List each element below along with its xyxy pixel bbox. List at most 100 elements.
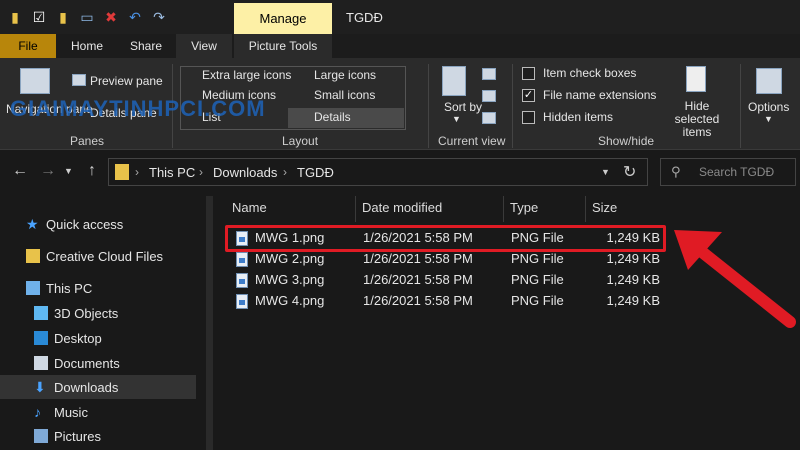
file-name-extensions-checkbox[interactable]: ✓ (522, 89, 535, 102)
sidebar-scrollbar[interactable] (206, 196, 213, 450)
sidebar-item-music[interactable]: ♪ Music (0, 400, 196, 424)
address-bar[interactable]: › This PC › Downloads › TGDĐ ▼ ↻ (108, 158, 648, 186)
png-file-icon (236, 273, 248, 288)
window-title: TGDĐ (346, 10, 383, 25)
tab-view[interactable]: View (176, 34, 232, 58)
hidden-items-label: Hidden items (543, 110, 614, 124)
add-columns-icon[interactable] (482, 90, 496, 102)
music-icon: ♪ (34, 404, 41, 420)
download-icon: ⬇ (34, 379, 46, 395)
sort-by-chevron-icon[interactable]: ▼ (452, 114, 461, 124)
desktop-icon (34, 331, 48, 345)
group-label-current-view: Current view (438, 134, 506, 148)
sidebar-item-3d-objects[interactable]: 3D Objects (0, 301, 196, 325)
sort-by-icon[interactable] (442, 66, 466, 96)
column-header-type[interactable]: Type (504, 196, 586, 222)
sidebar-item-this-pc[interactable]: This PC (0, 276, 196, 300)
breadcrumb-this-pc[interactable]: This PC (149, 165, 195, 180)
file-name-extensions-label: File name extensions (543, 88, 657, 102)
layout-large-icons[interactable]: Large icons (314, 68, 376, 82)
breadcrumb-separator-icon[interactable]: › (199, 165, 203, 179)
tab-home[interactable]: Home (58, 34, 116, 58)
file-list-header: Name Date modified Type Size (220, 196, 800, 222)
refresh-icon[interactable]: ↻ (623, 162, 636, 182)
file-type: PNG File (511, 272, 564, 287)
breadcrumb-separator-icon[interactable]: › (135, 165, 139, 179)
computer-icon (26, 281, 40, 295)
back-arrow-icon[interactable]: ← (12, 162, 28, 180)
ribbon-separator (512, 64, 513, 148)
size-columns-icon[interactable] (482, 112, 496, 124)
table-row[interactable]: MWG 3.png 1/26/2021 5:58 PM PNG File 1,2… (228, 270, 664, 291)
checklist-icon[interactable]: ☑ (30, 8, 48, 26)
undo-icon[interactable]: ↶ (126, 8, 144, 26)
file-date: 1/26/2021 5:58 PM (363, 272, 473, 287)
forward-arrow-icon[interactable]: → (40, 162, 56, 180)
tab-file[interactable]: File (0, 34, 56, 58)
preview-pane-button[interactable]: Preview pane (90, 74, 163, 88)
column-header-date-modified[interactable]: Date modified (356, 196, 504, 222)
hidden-items-checkbox[interactable] (522, 111, 535, 124)
file-type: PNG File (511, 251, 564, 266)
up-arrow-icon[interactable]: ↑ (88, 162, 96, 180)
navigation-pane: ★ Quick access Creative Cloud Files This… (0, 196, 200, 450)
highlight-box (225, 225, 666, 252)
file-size: 1,249 KB (606, 251, 661, 266)
hide-selected-items-button[interactable]: Hide selected items (662, 100, 732, 139)
tab-picture-tools[interactable]: Picture Tools (234, 34, 332, 58)
tab-share[interactable]: Share (120, 34, 172, 58)
redo-icon[interactable]: ↷ (150, 8, 168, 26)
options-icon[interactable] (756, 68, 782, 94)
folder-icon[interactable]: ▮ (54, 8, 72, 26)
file-name: MWG 2.png (255, 251, 325, 266)
sidebar-item-downloads[interactable]: ⬇ Downloads (0, 375, 196, 399)
sidebar-item-quick-access[interactable]: ★ Quick access (0, 212, 196, 236)
ribbon-tabs: File Home Share View Picture Tools (0, 34, 800, 58)
recent-chevron-icon[interactable]: ▼ (64, 166, 73, 176)
sort-by-button[interactable]: Sort by (444, 100, 482, 114)
preview-pane-icon[interactable] (72, 74, 86, 86)
folder-icon[interactable]: ▮ (6, 8, 24, 26)
file-date: 1/26/2021 5:58 PM (363, 251, 473, 266)
sidebar-item-creative-cloud[interactable]: Creative Cloud Files (0, 244, 196, 268)
navigation-pane-icon[interactable] (20, 68, 50, 94)
png-file-icon (236, 252, 248, 267)
cube-icon (34, 306, 48, 320)
cloud-folder-icon (26, 249, 40, 263)
sidebar-item-desktop[interactable]: Desktop (0, 326, 196, 350)
address-dropdown-chevron-icon[interactable]: ▼ (601, 167, 610, 177)
layout-small-icons[interactable]: Small icons (314, 88, 375, 102)
sidebar-item-documents[interactable]: Documents (0, 351, 196, 375)
column-header-name[interactable]: Name (226, 196, 356, 222)
sidebar-item-pictures[interactable]: Pictures (0, 424, 196, 448)
tab-manage[interactable]: Manage (234, 3, 332, 34)
breadcrumb-downloads[interactable]: Downloads (213, 165, 277, 180)
search-box[interactable]: ⚲ Search TGDĐ (660, 158, 796, 186)
layout-extra-large-icons[interactable]: Extra large icons (202, 68, 291, 82)
document-icon (34, 356, 48, 370)
breadcrumb-separator-icon[interactable]: › (283, 165, 287, 179)
file-size: 1,249 KB (606, 272, 661, 287)
table-row[interactable]: MWG 4.png 1/26/2021 5:58 PM PNG File 1,2… (228, 291, 664, 312)
quick-access-toolbar: ▮ ☑ ▮ ▭ ✖ ↶ ↷ (6, 8, 168, 26)
layout-details[interactable]: Details (314, 110, 351, 124)
group-by-icon[interactable] (482, 68, 496, 80)
item-check-boxes-label: Item check boxes (543, 66, 637, 80)
file-name: MWG 3.png (255, 272, 325, 287)
table-row[interactable]: MWG 2.png 1/26/2021 5:58 PM PNG File 1,2… (228, 249, 664, 270)
folder-icon (115, 164, 129, 180)
options-button[interactable]: Options (748, 100, 789, 114)
hide-selected-icon[interactable] (686, 66, 706, 92)
group-label-layout: Layout (282, 134, 319, 148)
column-header-size[interactable]: Size (586, 196, 666, 222)
annotation-arrow-icon (674, 230, 796, 328)
star-icon: ★ (26, 216, 39, 232)
options-chevron-icon[interactable]: ▼ (764, 114, 773, 124)
delete-icon[interactable]: ✖ (102, 8, 120, 26)
file-type: PNG File (511, 293, 564, 308)
file-date: 1/26/2021 5:58 PM (363, 293, 473, 308)
file-size: 1,249 KB (606, 293, 661, 308)
item-check-boxes-checkbox[interactable] (522, 67, 535, 80)
breadcrumb-tgdd[interactable]: TGDĐ (297, 165, 334, 180)
rename-icon[interactable]: ▭ (78, 8, 96, 26)
